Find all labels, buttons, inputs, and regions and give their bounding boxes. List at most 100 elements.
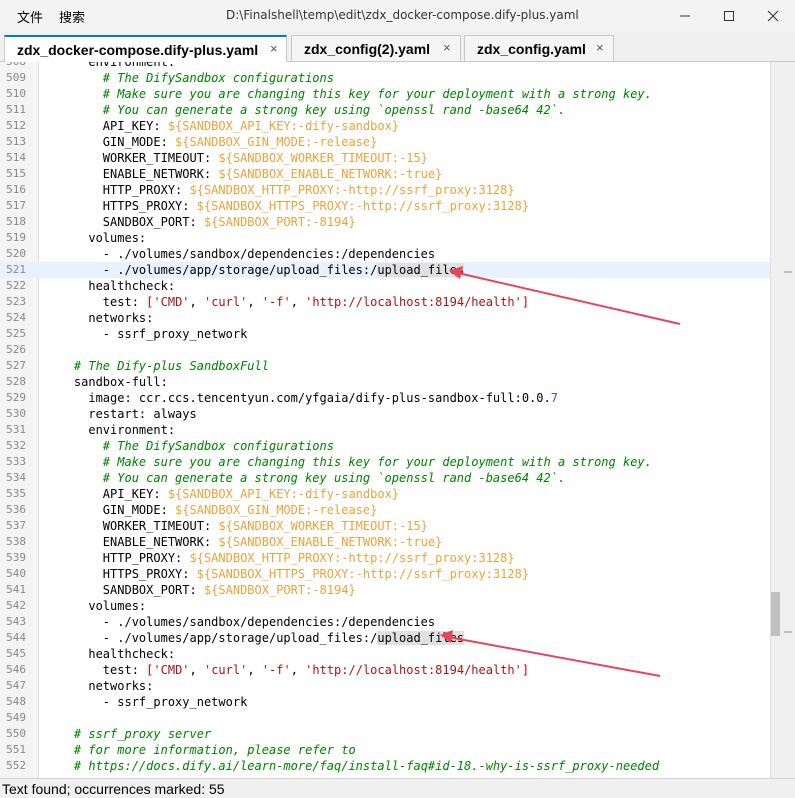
code-line[interactable]: 535 API_KEY: ${SANDBOX_API_KEY:-dify-san…	[0, 486, 770, 502]
code-line[interactable]: 538 ENABLE_NETWORK: ${SANDBOX_ENABLE_NET…	[0, 534, 770, 550]
line-number: 547	[6, 679, 26, 692]
code-line[interactable]: 525 - ssrf_proxy_network	[0, 326, 770, 342]
code-line[interactable]: 521 - ./volumes/app/storage/upload_files…	[0, 262, 770, 278]
code-line[interactable]: 534 # You can generate a strong key usin…	[0, 470, 770, 486]
code-line[interactable]: 547 networks:	[0, 678, 770, 694]
code-line[interactable]: 545 healthcheck:	[0, 646, 770, 662]
tab-close-icon[interactable]: ×	[270, 41, 278, 56]
tab-close-icon[interactable]: ×	[443, 40, 451, 55]
code-line[interactable]: 517 HTTPS_PROXY: ${SANDBOX_HTTPS_PROXY:-…	[0, 198, 770, 214]
maximize-button[interactable]	[707, 0, 751, 32]
code-line[interactable]: 518 SANDBOX_PORT: ${SANDBOX_PORT:-8194}	[0, 214, 770, 230]
code-token: ,	[189, 663, 204, 677]
line-number: 519	[6, 231, 26, 244]
code-line[interactable]: 544 - ./volumes/app/storage/upload_files…	[0, 630, 770, 646]
line-code: sandbox-full:	[45, 374, 168, 390]
code-token: ${SANDBOX_PORT:-8194}	[203, 583, 356, 597]
code-line[interactable]: 515 ENABLE_NETWORK: ${SANDBOX_ENABLE_NET…	[0, 166, 770, 182]
code-line[interactable]: 542 volumes:	[0, 598, 770, 614]
line-number: 517	[6, 199, 26, 212]
code-line[interactable]: 527 # The Dify-plus SandboxFull	[0, 358, 770, 374]
code-line[interactable]: 550 # ssrf_proxy server	[0, 726, 770, 742]
code-line[interactable]: 519 volumes:	[0, 230, 770, 246]
code-line[interactable]: 552 # https://docs.dify.ai/learn-more/fa…	[0, 758, 770, 774]
line-code: # The DifySandbox configurations	[45, 438, 334, 454]
code-line[interactable]: 522 healthcheck:	[0, 278, 770, 294]
code-line[interactable]: 532 # The DifySandbox configurations	[0, 438, 770, 454]
code-line[interactable]: 533 # Make sure you are changing this ke…	[0, 454, 770, 470]
tab-config-yaml[interactable]: zdx_config.yaml ×	[464, 35, 614, 61]
code-line[interactable]: 543 - ./volumes/sandbox/dependencies:/de…	[0, 614, 770, 630]
code-editor[interactable]: 508 environment:509 # The DifySandbox co…	[0, 62, 770, 778]
line-code: # The DifySandbox configurations	[45, 70, 334, 86]
code-line[interactable]: 540 HTTPS_PROXY: ${SANDBOX_HTTPS_PROXY:-…	[0, 566, 770, 582]
code-line[interactable]: 530 restart: always	[0, 406, 770, 422]
code-line[interactable]: 523 test: ['CMD', 'curl', '-f', 'http://…	[0, 294, 770, 310]
code-token: ${SANDBOX_HTTPS_PROXY:-http://ssrf_proxy…	[196, 199, 530, 213]
line-number: 508	[0, 62, 26, 68]
line-code: - ./volumes/sandbox/dependencies:/depend…	[45, 614, 435, 630]
tab-close-icon[interactable]: ×	[596, 40, 604, 55]
code-token: SANDBOX_PORT:	[45, 583, 204, 597]
code-line[interactable]: 509 # The DifySandbox configurations	[0, 70, 770, 86]
code-line[interactable]: 514 WORKER_TIMEOUT: ${SANDBOX_WORKER_TIM…	[0, 150, 770, 166]
code-line[interactable]: 529 image: ccr.ccs.tencentyun.com/yfgaia…	[0, 390, 770, 406]
menu-file[interactable]: 文件	[17, 7, 43, 26]
code-line[interactable]: 541 SANDBOX_PORT: ${SANDBOX_PORT:-8194}	[0, 582, 770, 598]
line-code: networks:	[45, 678, 153, 694]
line-code: GIN_MODE: ${SANDBOX_GIN_MODE:-release}	[45, 502, 378, 518]
code-line[interactable]: 516 HTTP_PROXY: ${SANDBOX_HTTP_PROXY:-ht…	[0, 182, 770, 198]
code-line[interactable]: 531 environment:	[0, 422, 770, 438]
code-line[interactable]: 512 API_KEY: ${SANDBOX_API_KEY:-dify-san…	[0, 118, 770, 134]
code-line[interactable]: 511 # You can generate a strong key usin…	[0, 102, 770, 118]
code-token: ENABLE_NETWORK:	[45, 535, 219, 549]
code-line[interactable]: 548 - ssrf_proxy_network	[0, 694, 770, 710]
line-code: HTTPS_PROXY: ${SANDBOX_HTTPS_PROXY:-http…	[45, 198, 529, 214]
code-line[interactable]: 546 test: ['CMD', 'curl', '-f', 'http://…	[0, 662, 770, 678]
code-line[interactable]: 513 GIN_MODE: ${SANDBOX_GIN_MODE:-releas…	[0, 134, 770, 150]
code-token: HTTP_PROXY:	[45, 183, 190, 197]
scrollbar-thumb[interactable]	[771, 592, 780, 636]
line-code: HTTP_PROXY: ${SANDBOX_HTTP_PROXY:-http:/…	[45, 550, 515, 566]
code-line[interactable]: 539 HTTP_PROXY: ${SANDBOX_HTTP_PROXY:-ht…	[0, 550, 770, 566]
line-code: healthcheck:	[45, 278, 175, 294]
line-code: volumes:	[45, 598, 146, 614]
line-number: 535	[6, 487, 26, 500]
code-token: GIN_MODE:	[45, 135, 176, 149]
code-line[interactable]: 549	[0, 710, 770, 726]
line-code: ENABLE_NETWORK: ${SANDBOX_ENABLE_NETWORK…	[45, 166, 443, 182]
code-line[interactable]: 551 # for more information, please refer…	[0, 742, 770, 758]
line-code: ENABLE_NETWORK: ${SANDBOX_ENABLE_NETWORK…	[45, 534, 443, 550]
close-button[interactable]	[751, 0, 795, 32]
code-token: volumes:	[45, 599, 147, 613]
line-number: 551	[6, 743, 26, 756]
vertical-scrollbar[interactable]	[770, 62, 795, 778]
line-code: # The Dify-plus SandboxFull	[45, 358, 269, 374]
code-token: image: ccr.ccs.tencentyun.com/yfgaia/dif…	[45, 391, 551, 405]
code-line[interactable]: 536 GIN_MODE: ${SANDBOX_GIN_MODE:-releas…	[0, 502, 770, 518]
line-code: environment:	[45, 422, 175, 438]
tab-label: zdx_config(2).yaml	[304, 41, 431, 57]
line-code: # Make sure you are changing this key fo…	[45, 454, 652, 470]
minimize-button[interactable]	[663, 0, 707, 32]
code-line[interactable]: 510 # Make sure you are changing this ke…	[0, 86, 770, 102]
line-number: 545	[6, 647, 26, 660]
code-line[interactable]: 524 networks:	[0, 310, 770, 326]
line-code: WORKER_TIMEOUT: ${SANDBOX_WORKER_TIMEOUT…	[45, 150, 428, 166]
line-number: 523	[6, 295, 26, 308]
code-line[interactable]: 508 environment:	[0, 62, 770, 70]
code-line[interactable]: 537 WORKER_TIMEOUT: ${SANDBOX_WORKER_TIM…	[0, 518, 770, 534]
line-number: 537	[6, 519, 26, 532]
code-line[interactable]: 526	[0, 342, 770, 358]
code-line[interactable]: 528 sandbox-full:	[0, 374, 770, 390]
code-token: ${SANDBOX_ENABLE_NETWORK:-true}	[218, 535, 443, 549]
tab-config-2-yaml[interactable]: zdx_config(2).yaml ×	[291, 35, 461, 61]
menu-search[interactable]: 搜索	[59, 7, 85, 26]
tab-dify-plus-yaml[interactable]: zdx_docker-compose.dify-plus.yaml ×	[4, 35, 287, 62]
code-line[interactable]: 520 - ./volumes/sandbox/dependencies:/de…	[0, 246, 770, 262]
line-number: 512	[6, 119, 26, 132]
